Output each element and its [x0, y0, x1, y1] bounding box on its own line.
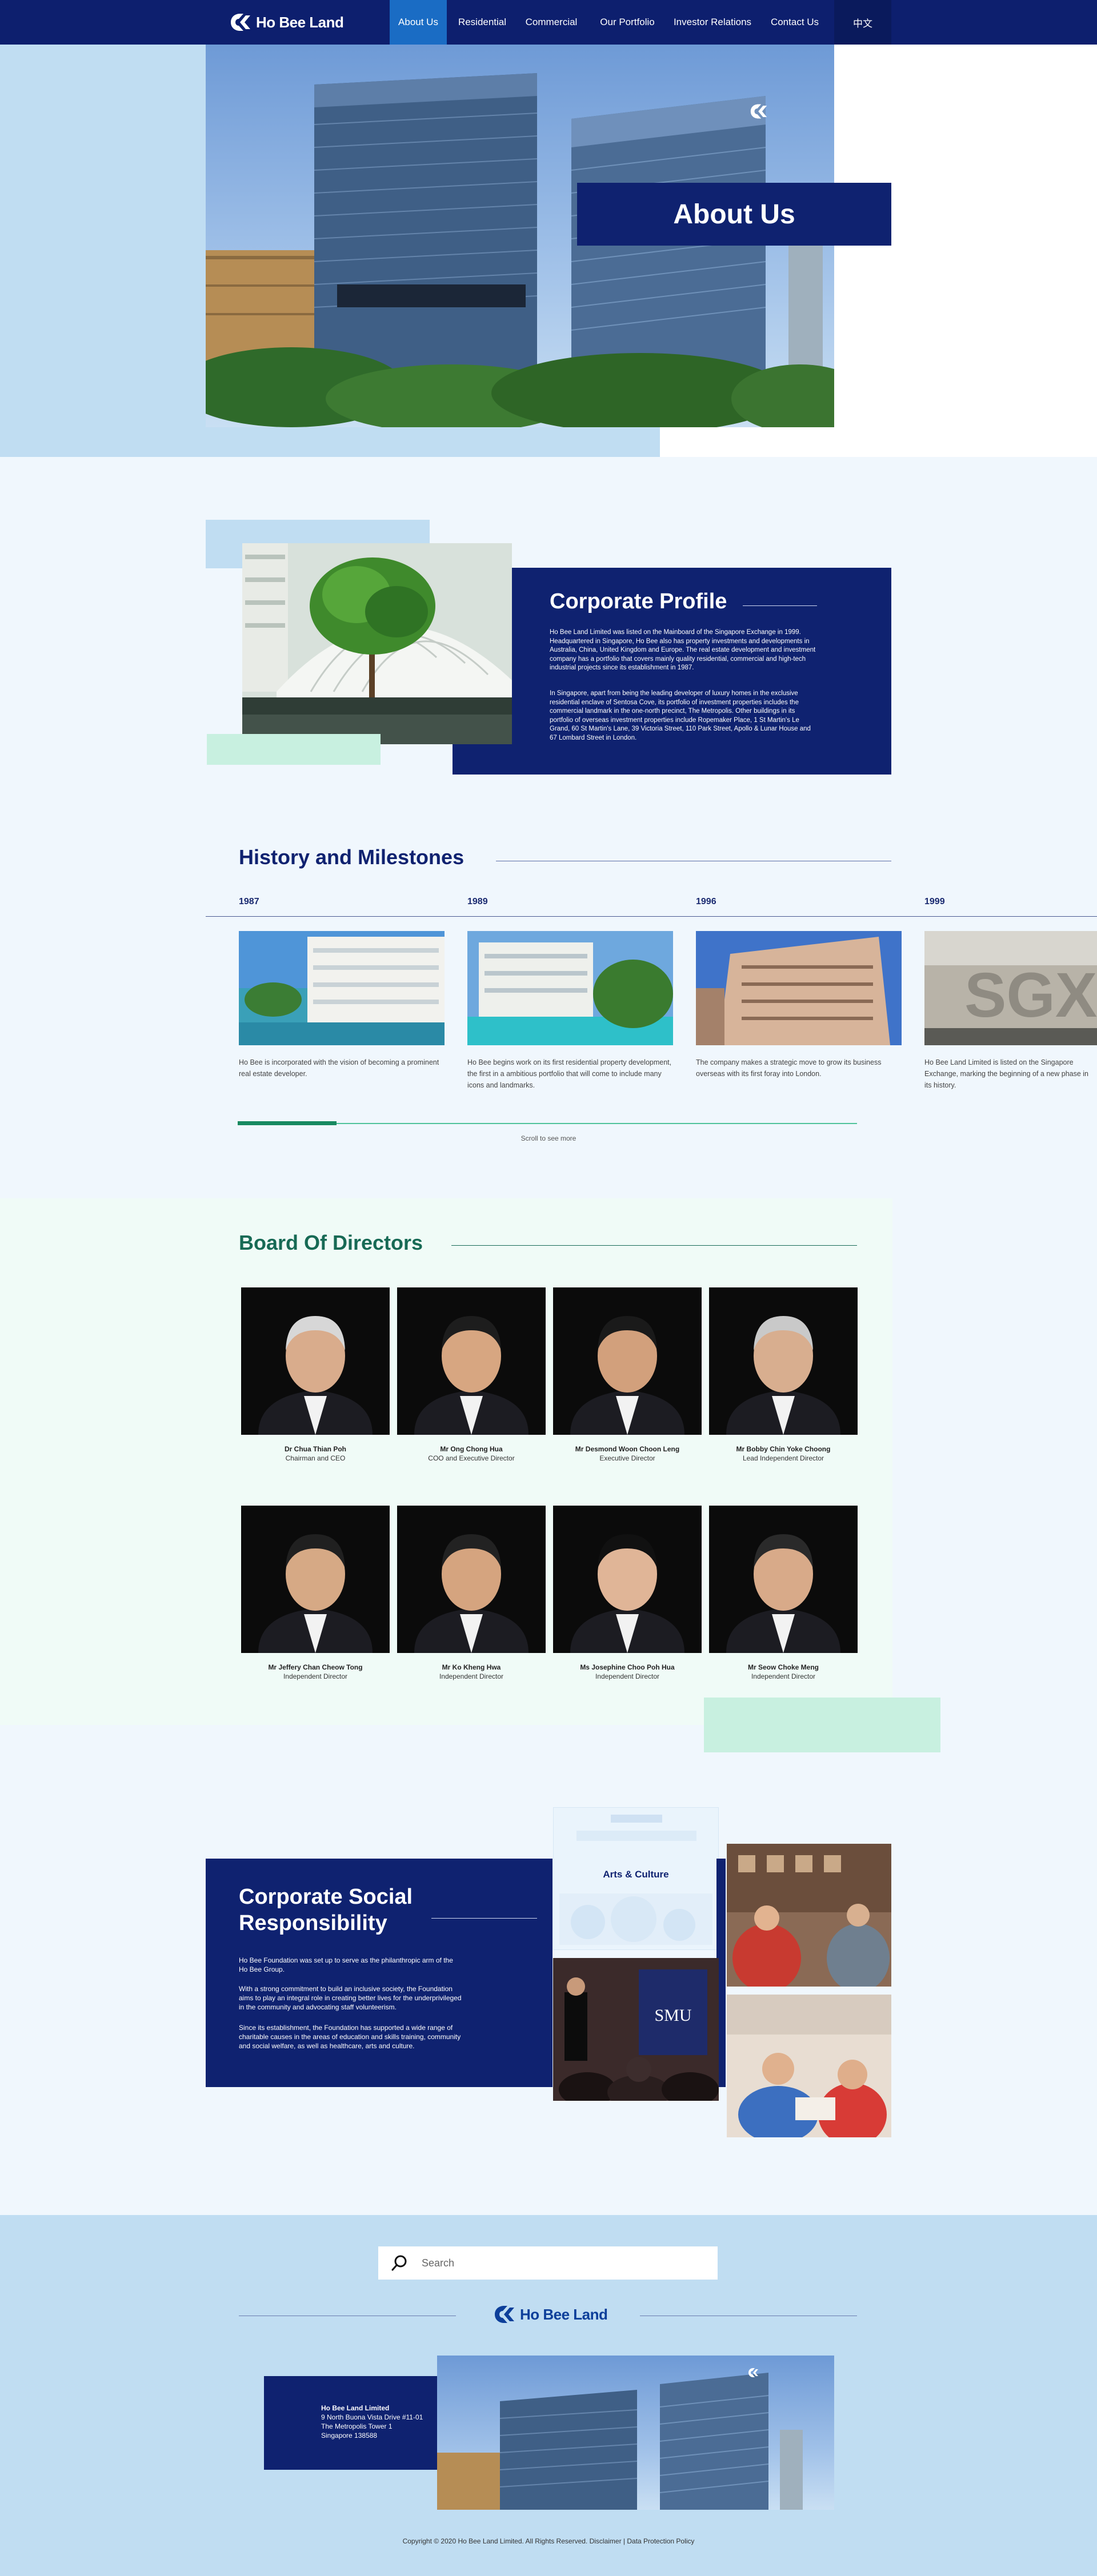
- director-photo: [709, 1287, 858, 1435]
- director-name: Mr Bobby Chin Yoke Choong: [736, 1445, 831, 1453]
- director-role: Independent Director: [751, 1672, 816, 1680]
- search-icon[interactable]: [391, 2254, 408, 2272]
- ho-bee-logo-icon: [231, 14, 250, 31]
- address-card: Ho Bee Land Limited 9 North Buona Vista …: [264, 2376, 437, 2470]
- csr-paragraph-2: With a strong commitment to build an inc…: [239, 1985, 462, 2011]
- board-mint-block: [704, 1698, 940, 1752]
- address-company: Ho Bee Land Limited: [321, 2404, 390, 2412]
- board-title-rule: [451, 1245, 857, 1246]
- nav-about-us[interactable]: About Us: [390, 0, 447, 45]
- director-role: Independent Director: [439, 1672, 504, 1680]
- director-photo: [241, 1506, 390, 1653]
- director-photo: [241, 1287, 390, 1435]
- profile-title-rule: [743, 605, 817, 606]
- csr-title: Corporate Social Responsibility: [239, 1885, 413, 1935]
- milestone-image-1999: SGX: [924, 931, 1097, 1045]
- csr-paragraph-1: Ho Bee Foundation was set up to serve as…: [239, 1956, 453, 1973]
- scroll-hint: Scroll to see more: [521, 1134, 576, 1142]
- director-photo: [397, 1287, 546, 1435]
- director-name: Mr Jeffery Chan Cheow Tong: [268, 1663, 363, 1671]
- director-name: Mr Ko Kheng Hwa: [442, 1663, 501, 1671]
- building-logo-icon: [750, 104, 767, 119]
- milestone-text: Ho Bee is incorporated with the vision o…: [239, 1058, 439, 1078]
- profile-paragraph-2: In Singapore, apart from being the leadi…: [550, 690, 811, 741]
- director-photo: [397, 1506, 546, 1653]
- director-photo: [553, 1506, 702, 1653]
- director-photo: [553, 1287, 702, 1435]
- csr-smu-photo: SMU: [553, 1958, 719, 2101]
- director-name: Ms Josephine Choo Poh Hua: [580, 1663, 675, 1671]
- director-role: Independent Director: [283, 1672, 348, 1680]
- milestone-year: 1987: [239, 897, 259, 906]
- svg-text:SGX: SGX: [964, 960, 1097, 1030]
- page-title: About Us: [673, 199, 795, 230]
- director-role: COO and Executive Director: [428, 1454, 515, 1462]
- profile-image: [242, 543, 512, 744]
- nav-language-toggle[interactable]: 中文: [834, 0, 891, 45]
- footer-building-image: [437, 2356, 834, 2510]
- nav-investor-relations[interactable]: Investor Relations: [670, 0, 755, 45]
- nav-contact-us[interactable]: Contact Us: [763, 0, 826, 45]
- milestone-text: Ho Bee Land Limited is listed on the Sin…: [924, 1058, 1088, 1089]
- ho-bee-logo-icon: [495, 2306, 514, 2323]
- profile-mint-block: [207, 734, 381, 765]
- copyright: Copyright © 2020 Ho Bee Land Limited. Al…: [402, 2537, 695, 2545]
- csr-paragraph-3: Since its establishment, the Foundation …: [239, 2024, 461, 2050]
- timeline-rail: [206, 916, 1097, 917]
- director-role: Independent Director: [595, 1672, 660, 1680]
- address-line: The Metropolis Tower 1: [321, 2422, 393, 2430]
- timeline-scrollbar-thumb[interactable]: [238, 1121, 337, 1125]
- board-title: Board Of Directors: [239, 1231, 423, 1254]
- profile-paragraph-1: Ho Bee Land Limited was listed on the Ma…: [550, 629, 816, 671]
- director-name: Mr Seow Choke Meng: [747, 1663, 819, 1671]
- search-input[interactable]: [422, 2257, 696, 2269]
- milestone-year: 1989: [467, 897, 488, 906]
- footer-logo-text: Ho Bee Land: [520, 2305, 608, 2323]
- director-role: Chairman and CEO: [285, 1454, 346, 1462]
- director-role: Lead Independent Director: [742, 1454, 824, 1462]
- hero-title-box: About Us: [577, 183, 891, 246]
- milestone-image-1987: [239, 931, 445, 1045]
- profile-title: Corporate Profile: [550, 589, 727, 613]
- nav-residential[interactable]: Residential: [451, 0, 513, 45]
- milestone-year: 1996: [696, 897, 716, 906]
- csr-smu-label: SMU: [654, 2006, 691, 2025]
- logo-text: Ho Bee Land: [256, 13, 344, 31]
- milestone-image-1996: [696, 931, 902, 1045]
- footer-logo[interactable]: Ho Bee Land: [493, 2304, 608, 2325]
- director-name: Mr Ong Chong Hua: [440, 1445, 503, 1453]
- address-line: Singapore 138588: [321, 2431, 378, 2439]
- director-role: Executive Director: [599, 1454, 655, 1462]
- address-line: 9 North Buona Vista Drive #11-01: [321, 2413, 423, 2421]
- nav-commercial[interactable]: Commercial: [519, 0, 584, 45]
- milestone-year: 1999: [924, 897, 945, 906]
- logo-link[interactable]: Ho Bee Land: [229, 11, 344, 33]
- nav-our-portfolio[interactable]: Our Portfolio: [593, 0, 662, 45]
- history-title: History and Milestones: [239, 845, 465, 869]
- director-photo: [709, 1506, 858, 1653]
- csr-community-photo: [727, 1844, 891, 1987]
- director-name: Dr Chua Thian Poh: [285, 1445, 346, 1453]
- csr-title-rule: [431, 1918, 537, 1919]
- csr-education-photo: [727, 1995, 891, 2137]
- top-nav: Ho Bee Land About Us Residential Commerc…: [0, 0, 1097, 45]
- milestone-image-1989: [467, 931, 673, 1045]
- search-bar[interactable]: [378, 2246, 718, 2280]
- csr-arts-culture-label[interactable]: Arts & Culture: [553, 1869, 719, 1880]
- director-name: Mr Desmond Woon Choon Leng: [575, 1445, 680, 1453]
- milestone-text: The company makes a strategic move to gr…: [696, 1058, 882, 1078]
- milestone-text: Ho Bee begins work on its first resident…: [467, 1058, 672, 1089]
